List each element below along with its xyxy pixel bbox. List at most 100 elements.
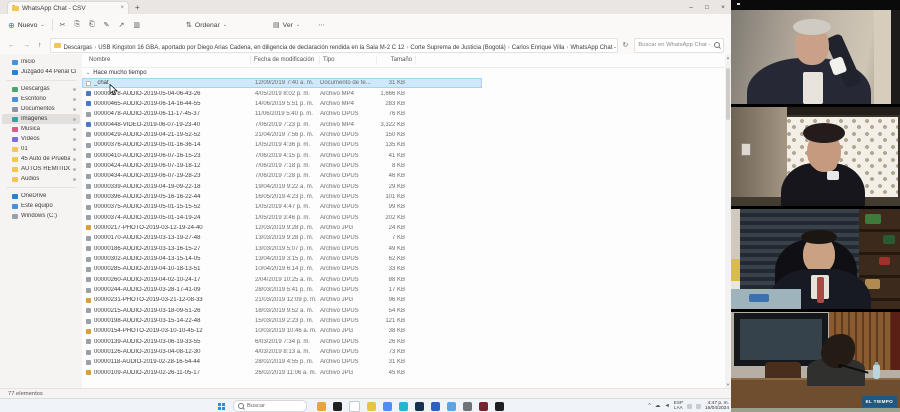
file-row[interactable]: 00000374-AUDIO-2019-05-01-14-19-241/05/2…	[82, 212, 731, 222]
sidebar-item-descargas[interactable]: Descargas	[2, 84, 80, 94]
participant-video-2[interactable]	[731, 107, 900, 206]
taskbar-app-icon[interactable]	[333, 402, 342, 411]
explorer-tab[interactable]: WhatsApp Chat - CSV ×	[7, 1, 129, 14]
refresh-icon[interactable]: ↻	[623, 41, 629, 49]
file-row[interactable]: 00000339-AUDIO-2019-04-19-09-22-1819/04/…	[82, 181, 731, 191]
battery-icon[interactable]	[696, 404, 701, 409]
sidebar-item-documentos[interactable]: Documentos	[2, 104, 80, 114]
copy-icon[interactable]: ⎘	[74, 21, 80, 29]
rename-icon[interactable]: ✎	[104, 21, 110, 29]
delete-icon[interactable]: ▥	[133, 21, 140, 29]
file-row[interactable]: 00000434-AUDIO-2019-06-07-19-28-237/06/2…	[82, 171, 731, 181]
search-input[interactable]: Buscar en WhatsApp Chat - CSV	[634, 38, 724, 53]
file-row[interactable]: 00000429-AUDIO-2019-04-21-19-52-5221/04/…	[82, 130, 731, 140]
sidebar-item-45-auto-de-pruebas[interactable]: 45 Auto de Pruebas	[2, 154, 80, 164]
breadcrumb-item[interactable]: Carlos Enrique Villa	[512, 45, 565, 51]
share-icon[interactable]: ↗	[119, 21, 125, 29]
column-header-0[interactable]: Nombre	[86, 56, 251, 65]
breadcrumb-item[interactable]: Descargas	[64, 45, 93, 51]
file-row[interactable]: 00000215-AUDIO-2019-03-18-09-51-2618/03/…	[82, 306, 731, 316]
file-row[interactable]: 00000260-AUDIO-2019-04-02-10-24-172/04/2…	[82, 275, 731, 285]
back-icon[interactable]: ←	[8, 42, 15, 49]
file-row[interactable]: 00000376-AUDIO-2019-05-01-16-36-141/05/2…	[82, 140, 731, 150]
file-row[interactable]: 00000285-AUDIO-2019-04-10-18-13-5110/04/…	[82, 264, 731, 274]
taskbar-app-icon[interactable]	[383, 402, 392, 411]
participant-video-3[interactable]	[731, 209, 900, 309]
file-row[interactable]: 00000465-AUDIO-2019-06-14-16-44-5514/06/…	[82, 99, 731, 109]
sidebar-item-windows-c-[interactable]: Windows (C:)	[2, 211, 80, 221]
more-options-button[interactable]: ⋯	[318, 21, 325, 29]
file-row[interactable]: 00000126-AUDIO-2019-03-04-08-12-304/03/2…	[82, 347, 731, 357]
file-row[interactable]: 00000244-AUDIO-2019-03-28-17-41-0928/03/…	[82, 285, 731, 295]
taskbar-app-icon[interactable]	[495, 402, 504, 411]
breadcrumb-item[interactable]: WhatsApp Chat - CSV	[570, 45, 617, 51]
volume-icon[interactable]: ◄	[664, 403, 669, 409]
file-row[interactable]: 00000186-AUDIO-2019-03-13-16-15-2713/03/…	[82, 244, 731, 254]
up-icon[interactable]: ↑	[38, 42, 42, 49]
sidebar-item-im-genes[interactable]: Imágenes	[2, 114, 80, 124]
sidebar-item-01[interactable]: 01	[2, 144, 80, 154]
file-row[interactable]: 00000170-AUDIO-2019-03-13-19-27-4813/03/…	[82, 233, 731, 243]
column-header-3[interactable]: Tamaño	[377, 56, 416, 65]
sidebar-item-inicio[interactable]: Inicio	[2, 57, 80, 67]
tray-chevron-icon[interactable]: ^	[648, 403, 651, 409]
close-icon[interactable]: ×	[715, 4, 731, 11]
language-indicator[interactable]: ESP LAA	[674, 401, 683, 410]
file-row[interactable]: 00000217-PHOTO-2019-03-12-19-24-4012/03/…	[82, 223, 731, 233]
taskbar-app-icon[interactable]	[431, 402, 440, 411]
file-row[interactable]: 00000448-VIDEO-2019-06-07-19-23-407/06/2…	[82, 119, 731, 129]
file-row[interactable]: _chat12/09/2019 7:40 a. m.Documento de t…	[82, 78, 482, 88]
file-row[interactable]: 00000231-PHOTO-2019-03-21-12-08-3321/03/…	[82, 295, 731, 305]
file-row[interactable]: 00000154-PHOTO-2019-03-10-10-45-1210/03/…	[82, 326, 731, 336]
file-row[interactable]: 00000375-AUDIO-2019-05-01-15-15-521/05/2…	[82, 202, 731, 212]
file-row[interactable]: 00000178-AUDIO-2019-05-04-06-43-264/05/2…	[82, 88, 731, 98]
file-row[interactable]: 00000302-AUDIO-2019-04-13-15-14-0513/04/…	[82, 254, 731, 264]
start-button[interactable]	[218, 403, 225, 410]
taskbar-app-icon[interactable]	[349, 401, 360, 412]
file-row[interactable]: 00000478-AUDIO-2019-06-11-17-45-3711/06/…	[82, 109, 731, 119]
maximize-icon[interactable]: □	[699, 4, 715, 11]
sidebar-item-onedrive[interactable]: OneDrive	[2, 191, 80, 201]
taskbar-app-icon[interactable]	[479, 402, 488, 411]
breadcrumb-item[interactable]: USB Kingston 16 GBA, aportado por Diego …	[98, 45, 404, 51]
tab-close-icon[interactable]: ×	[120, 5, 124, 11]
onedrive-icon[interactable]: ☁	[655, 403, 661, 409]
file-row[interactable]: 00000198-AUDIO-2019-03-15-14-22-4815/03/…	[82, 316, 731, 326]
taskbar-app-icon[interactable]	[317, 402, 326, 411]
sidebar-item-audios[interactable]: Audios	[2, 174, 80, 184]
file-row[interactable]: 00000139-AUDIO-2019-03-06-19-33-556/03/2…	[82, 337, 731, 347]
file-row[interactable]: 00000410-AUDIO-2019-06-07-16-15-237/06/2…	[82, 150, 731, 160]
taskbar-app-icon[interactable]	[415, 402, 424, 411]
breadcrumb-item[interactable]: Corte Suprema de Justicia (Bogotá)	[410, 45, 505, 51]
column-header-1[interactable]: Fecha de modificación	[251, 56, 320, 65]
taskbar-search[interactable]: Buscar	[233, 400, 307, 412]
sort-button[interactable]: ⇅ Ordenar ⌄	[186, 21, 227, 29]
sidebar-item-v-deos[interactable]: Vídeos	[2, 134, 80, 144]
breadcrumb[interactable]: Descargas›USB Kingston 16 GBA, aportado …	[50, 38, 618, 53]
minimize-icon[interactable]: –	[683, 4, 699, 11]
sidebar-item-escritorio[interactable]: Escritorio	[2, 94, 80, 104]
taskbar-app-icon[interactable]	[399, 402, 408, 411]
forward-icon[interactable]: →	[23, 42, 30, 49]
view-button[interactable]: ▤ Ver ⌄	[273, 21, 300, 29]
file-row[interactable]: 00000109-AUDIO-2019-02-26-11-05-1726/02/…	[82, 368, 731, 378]
clock[interactable]: 4:47 p. m. 16/04/2024	[705, 401, 729, 412]
scrollbar-thumb[interactable]	[726, 68, 730, 120]
new-tab-button[interactable]: +	[135, 2, 140, 14]
taskbar-app-icon[interactable]	[367, 402, 376, 411]
cut-icon[interactable]: ✂	[60, 21, 66, 29]
participant-video-4[interactable]: EL TIEMPO	[731, 312, 900, 412]
network-icon[interactable]	[687, 404, 692, 409]
sidebar-item-m-sica[interactable]: Música	[2, 124, 80, 134]
file-row[interactable]: 00000396-AUDIO-2019-05-16-16-22-4416/05/…	[82, 192, 731, 202]
participant-video-1[interactable]	[731, 0, 900, 104]
file-row[interactable]: 00000424-AUDIO-2019-06-07-19-18-127/06/2…	[82, 161, 731, 171]
sidebar-item-este-equipo[interactable]: Este equipo	[2, 201, 80, 211]
taskbar-app-icon[interactable]	[447, 402, 456, 411]
paste-icon[interactable]: ⎗	[89, 21, 95, 29]
new-button[interactable]: ⊕ Nuevo ⌄	[8, 21, 45, 30]
file-row[interactable]: 00000118-AUDIO-2019-02-28-16-54-4428/02/…	[82, 357, 731, 367]
column-header-2[interactable]: Tipo	[320, 56, 377, 65]
taskbar-app-icon[interactable]	[463, 402, 472, 411]
sidebar-item-juzgado-44-penal-circuito-g[interactable]: Juzgado 44 Penal Circuito G	[2, 67, 80, 77]
